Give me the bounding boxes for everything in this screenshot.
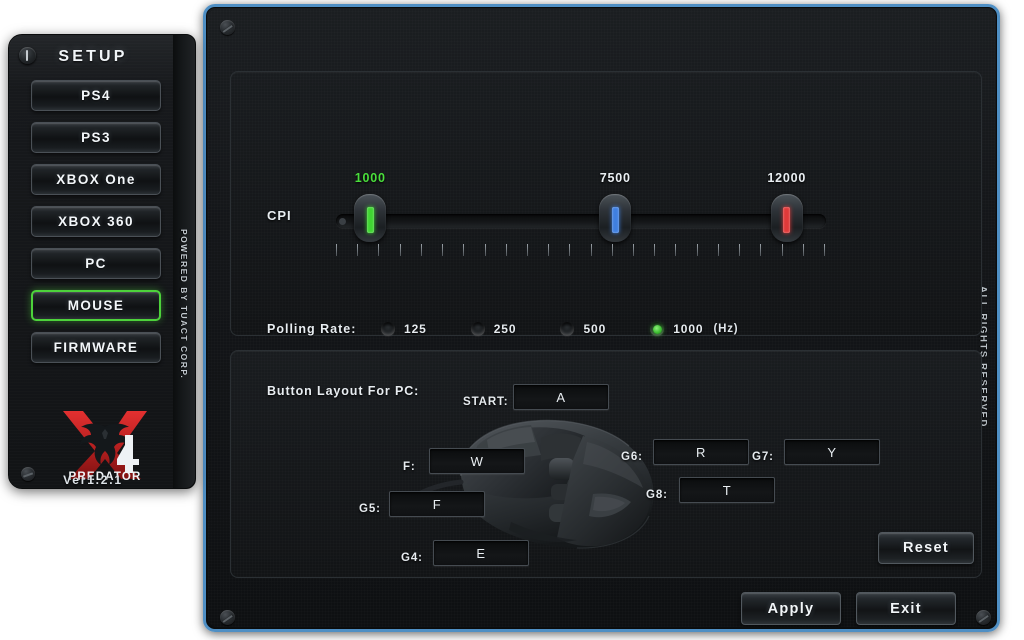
polling-rate-unit: (Hz) [713,323,739,335]
sidebar-item-xbox-360[interactable]: XBOX 360 [31,206,161,237]
key-binding-input-g8[interactable]: T [679,477,775,503]
sidebar-item-label: PS4 [81,88,111,103]
sidebar-item-ps3[interactable]: PS3 [31,122,161,153]
key-binding-input-start[interactable]: A [513,384,609,410]
cpi-tick [824,244,825,256]
key-binding-label-g4: G4: [401,552,423,564]
screw-icon-bottom-left [220,610,235,625]
cpi-tick [569,244,571,256]
sidebar-title: SETUP [58,48,128,65]
radio-button-icon[interactable] [381,322,395,336]
cpi-tick [420,244,422,256]
button-layout-panel: Button Layout For PC: START: A F: W G5: … [230,350,982,578]
cpi-tick [484,244,486,256]
polling-rate-option-label: 125 [404,322,427,336]
cpi-tick [633,244,635,256]
cpi-tick [378,244,380,256]
apply-button[interactable]: Apply [741,592,841,625]
cpi-tick [696,244,698,256]
radio-button-icon[interactable] [560,322,575,336]
main-window: ALL RIGHTS RESERVED. CPI 1000 7500 12000 P… [203,4,1000,632]
cpi-tick [505,244,507,256]
key-binding-label-g7: G7: [752,451,774,463]
cpi-value-label-2: 7500 [599,171,631,185]
sidebar-item-label: XBOX 360 [58,214,134,229]
cpi-tick [442,244,444,256]
sidebar-item-label: PC [85,256,107,271]
polling-rate-option-1000[interactable]: 1000 (Hz) [650,322,738,336]
sidebar-item-ps4[interactable]: PS4 [31,80,161,111]
key-binding-input-g7[interactable]: Y [784,439,880,465]
screw-icon-top-left [220,20,235,35]
cpi-tick [590,244,592,256]
sidebar: SETUP PS4 PS3 XBOX One XBOX 360 PC MOUSE FIRMW… [8,34,196,489]
radio-button-icon[interactable] [470,322,485,336]
cpi-label: CPI [267,208,292,223]
cpi-value-label-3: 12000 [767,171,807,185]
polling-rate-option-label: 500 [583,322,607,336]
cpi-tick [463,244,465,256]
sidebar-item-label: PS3 [81,130,111,145]
key-binding-input-f[interactable]: W [429,448,525,474]
key-binding-label-g5: G5: [359,503,381,515]
radio-button-icon[interactable] [650,322,665,336]
sensor-settings-panel: CPI 1000 7500 12000 Polling Rate: 125 250 50… [230,71,982,336]
mouse-illustration [391,398,691,563]
cpi-slider-track[interactable] [336,214,826,228]
sidebar-item-firmware[interactable]: FIRMWARE [31,332,161,363]
polling-rate-option-250[interactable]: 250 [470,322,517,336]
cpi-handle-indicator-1 [366,207,374,233]
sidebar-item-label: XBOX One [56,172,136,187]
button-layout-title: Button Layout For PC: [267,384,420,398]
cpi-tick [399,244,401,256]
cpi-tick [526,244,528,256]
cpi-tick [739,244,741,256]
sidebar-item-xbox-one[interactable]: XBOX One [31,164,161,195]
cpi-value-label-1: 1000 [354,171,386,185]
exit-button[interactable]: Exit [856,592,956,625]
polling-rate-option-label: 250 [493,322,517,336]
key-binding-label-g6: G6: [621,451,643,463]
key-binding-label-f: F: [403,461,416,473]
polling-rate-radio-group[interactable]: 125 250 500 1000 (Hz) [381,318,738,340]
cpi-slider-handle-1[interactable]: 1000 [354,171,387,242]
reset-button[interactable]: Reset [878,532,974,564]
key-binding-label-g8: G8: [646,489,668,501]
cpi-tick [336,244,337,256]
cpi-tick [611,244,613,256]
screw-icon-sidebar [21,467,35,481]
screw-icon-bottom-right [976,610,991,625]
key-binding-label-start: START: [463,396,509,408]
cpi-tick [357,244,359,256]
cpi-handle-indicator-3 [783,207,791,233]
sidebar-item-pc[interactable]: PC [31,248,161,279]
cpi-tick [548,244,550,256]
polling-rate-option-500[interactable]: 500 [560,322,606,336]
polling-rate-option-125[interactable]: 125 [381,322,427,336]
cpi-slider[interactable]: 1000 7500 12000 [336,171,826,242]
app-root: ALL RIGHTS RESERVED. CPI 1000 7500 12000 P… [0,0,1024,640]
cpi-slider-handle-2[interactable]: 7500 [599,171,632,242]
cpi-tick [717,244,719,256]
key-binding-input-g6[interactable]: R [653,439,749,465]
sidebar-item-label: FIRMWARE [53,340,139,355]
cpi-handle-indicator-2 [611,207,619,233]
main-window-inner: ALL RIGHTS RESERVED. CPI 1000 7500 12000 P… [208,9,995,627]
polling-rate-option-label: 1000 [673,322,704,336]
cpi-tick [654,244,656,256]
key-binding-input-g5[interactable]: F [389,491,485,517]
cpi-tick [760,244,762,256]
sidebar-item-label: MOUSE [67,298,125,313]
cpi-tick [675,244,677,256]
cpi-tick [802,244,804,256]
cpi-slider-handle-3[interactable]: 12000 [767,171,805,242]
sidebar-item-mouse[interactable]: MOUSE [31,290,161,321]
cpi-slider-ticks [336,244,826,258]
sidebar-side-rail: POWERED BY TUACT CORP. [173,35,195,488]
key-binding-input-g4[interactable]: E [433,540,529,566]
powered-by-text: POWERED BY TUACT CORP. [179,228,189,380]
polling-rate-label: Polling Rate: [267,322,357,336]
cpi-tick [781,244,783,256]
sidebar-body: SETUP PS4 PS3 XBOX One XBOX 360 PC MOUSE FIRMW… [9,35,177,488]
